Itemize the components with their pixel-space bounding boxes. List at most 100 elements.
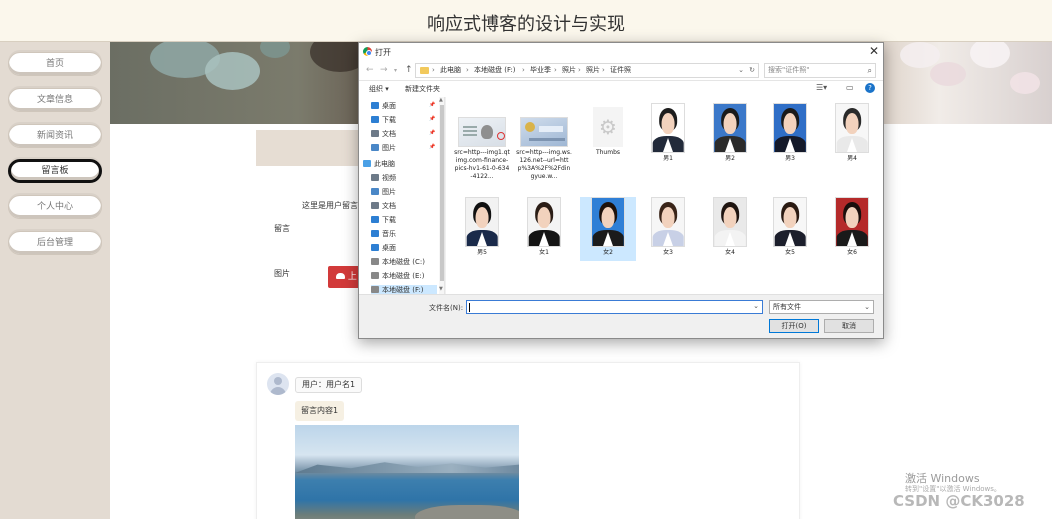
refresh-icon[interactable]: ↻: [749, 64, 755, 77]
nav-item[interactable]: 本地磁盘 (E:): [371, 271, 424, 281]
breadcrumb[interactable]: 此电脑: [440, 64, 461, 77]
file-item[interactable]: 女2: [580, 197, 636, 261]
search-input[interactable]: 搜索"证件照" ⌕: [764, 63, 876, 78]
file-type-select[interactable]: 所有文件 ⌄: [769, 300, 874, 314]
sidebar-nav: 首页 文章信息 新闻资讯 留言板 个人中心 后台管理: [0, 42, 110, 519]
file-item[interactable]: 女3: [640, 197, 696, 261]
file-name: Thumbs: [595, 149, 621, 156]
file-thumbnail: [773, 197, 807, 247]
nav-scrollbar[interactable]: ▲ ▼: [439, 97, 444, 294]
sidebar-item-personal-center[interactable]: 个人中心: [8, 195, 102, 219]
nav-item[interactable]: 下载: [371, 215, 396, 225]
gear-icon: ⚙: [599, 115, 617, 139]
file-name: 女1: [539, 249, 549, 256]
close-icon[interactable]: ✕: [869, 44, 879, 58]
sidebar-item-message-board[interactable]: 留言板: [8, 159, 102, 183]
help-icon[interactable]: ?: [865, 83, 875, 93]
nav-item-label: 文档: [382, 202, 396, 210]
file-thumbnail: [773, 103, 807, 153]
pin-icon: 📌: [429, 144, 436, 150]
file-name: 女4: [725, 249, 735, 256]
file-item[interactable]: src=http---img.ws.126.net--url=http%3A%2…: [516, 103, 572, 193]
breadcrumb[interactable]: 证件照: [610, 64, 631, 77]
desktop-icon: [371, 244, 379, 251]
csdn-watermark: CSDN @CK3028: [893, 492, 1025, 510]
open-button[interactable]: 打开(O): [769, 319, 819, 333]
file-item[interactable]: 女1: [516, 197, 572, 261]
dialog-toolbar: 组织 ▾ 新建文件夹 ☰▾ ▭ ?: [359, 81, 883, 97]
sidebar-item-admin[interactable]: 后台管理: [8, 231, 102, 255]
address-bar-row: ← → ▾ ↑ › 此电脑 › 本地磁盘 (F:) › 毕业季 › 照片 › 照…: [359, 61, 883, 81]
file-thumbnail: [520, 117, 568, 147]
file-item[interactable]: 男2: [702, 103, 758, 193]
file-item[interactable]: 女5: [762, 197, 818, 261]
sidebar-item-home[interactable]: 首页: [8, 52, 102, 76]
nav-item-label: 本地磁盘 (E:): [382, 272, 425, 280]
nav-item-label: 此电脑: [374, 160, 395, 168]
address-box[interactable]: › 此电脑 › 本地磁盘 (F:) › 毕业季 › 照片 › 照片 › 证件照 …: [415, 63, 759, 78]
view-options-icon[interactable]: ☰▾: [816, 83, 827, 92]
breadcrumb[interactable]: 照片: [586, 64, 600, 77]
nav-item-label: 图片: [382, 144, 396, 152]
file-type-value: 所有文件: [773, 303, 801, 311]
chevron-down-icon[interactable]: ⌄: [753, 302, 759, 310]
nav-item[interactable]: 此电脑: [363, 159, 395, 169]
nav-item[interactable]: 图片: [371, 187, 396, 197]
video-icon: [371, 174, 379, 181]
back-arrow-icon[interactable]: ←: [366, 65, 374, 75]
nav-item-label: 视频: [382, 174, 396, 182]
file-name: 女2: [603, 249, 613, 256]
breadcrumb[interactable]: 照片: [562, 64, 576, 77]
sidebar-item-news[interactable]: 新闻资讯: [8, 124, 102, 148]
up-arrow-icon[interactable]: ↑: [405, 65, 413, 75]
filename-input[interactable]: ⌄: [466, 300, 763, 314]
nav-item-label: 图片: [382, 188, 396, 196]
drive-icon: [371, 258, 379, 265]
comment-user: 用户：用户名1: [295, 377, 363, 393]
scroll-up-icon[interactable]: ▲: [439, 97, 443, 103]
nav-item[interactable]: 桌面: [371, 243, 396, 253]
breadcrumb[interactable]: 毕业季: [530, 64, 551, 77]
nav-item[interactable]: 视频: [371, 173, 396, 183]
breadcrumb[interactable]: 本地磁盘 (F:): [474, 64, 516, 77]
file-item[interactable]: 女4: [702, 197, 758, 261]
picture-icon: [371, 144, 379, 151]
upload-label: 上: [347, 272, 357, 282]
file-thumbnail: [713, 197, 747, 247]
nav-item-label: 下载: [382, 216, 396, 224]
nav-item[interactable]: 文档: [371, 201, 396, 211]
nav-item[interactable]: 桌面: [371, 101, 396, 111]
file-item[interactable]: 男5: [454, 197, 510, 261]
file-thumbnail: [651, 103, 685, 153]
chevron-down-icon[interactable]: ⌄: [738, 64, 744, 77]
file-item[interactable]: ⚙ Thumbs: [580, 103, 636, 193]
file-item[interactable]: 女6: [824, 197, 880, 261]
forward-arrow-icon[interactable]: →: [380, 65, 388, 75]
search-icon: ⌕: [867, 66, 872, 75]
sidebar-item-articles[interactable]: 文章信息: [8, 88, 102, 112]
nav-item[interactable]: 本地磁盘 (C:): [371, 257, 425, 267]
cloud-upload-icon: [336, 273, 345, 279]
nav-item[interactable]: 图片: [371, 143, 396, 153]
nav-item[interactable]: 本地磁盘 (F:): [371, 285, 437, 294]
dialog-titlebar: 打开 ✕: [359, 43, 883, 61]
message-hint: 这里是用户留言: [302, 201, 358, 210]
new-folder-button[interactable]: 新建文件夹: [405, 84, 440, 94]
nav-item[interactable]: 音乐: [371, 229, 396, 239]
pin-icon: 📌: [429, 102, 436, 108]
nav-item[interactable]: 文档: [371, 129, 396, 139]
file-item[interactable]: src=http---img1.qtimg.com-finance-pics-h…: [454, 103, 510, 193]
cancel-button[interactable]: 取消: [824, 319, 874, 333]
scroll-down-icon[interactable]: ▼: [439, 286, 443, 292]
file-thumbnail: [651, 197, 685, 247]
file-item[interactable]: 男1: [640, 103, 696, 193]
recent-chevron-icon[interactable]: ▾: [394, 67, 397, 74]
file-item[interactable]: 男4: [824, 103, 880, 193]
file-item[interactable]: 男3: [762, 103, 818, 193]
file-name: 男1: [663, 155, 673, 162]
preview-pane-icon[interactable]: ▭: [846, 83, 854, 92]
comment-body: 留言内容1: [295, 401, 345, 421]
organize-button[interactable]: 组织 ▾: [369, 84, 389, 94]
nav-item[interactable]: 下载: [371, 115, 396, 125]
file-name: 女3: [663, 249, 673, 256]
